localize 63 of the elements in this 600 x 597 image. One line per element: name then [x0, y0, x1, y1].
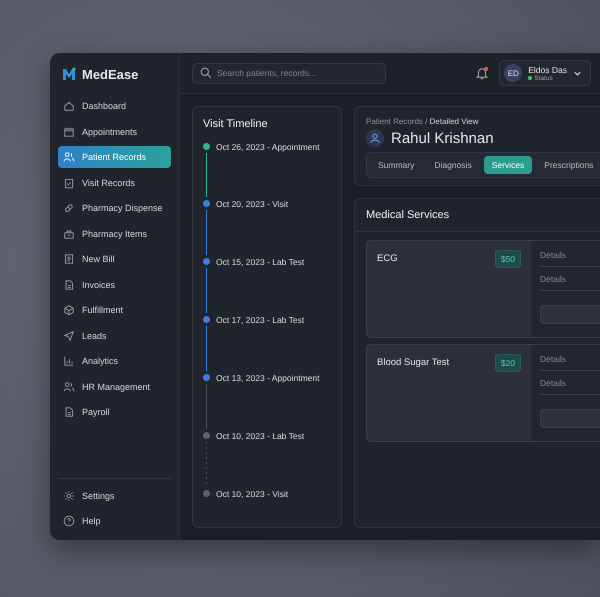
timeline-entry: Oct 10, 2023 - Visit [216, 489, 288, 501]
clipboard-icon [63, 176, 75, 188]
input-field[interactable] [540, 305, 600, 324]
sidebar-item[interactable]: Payroll [58, 401, 171, 423]
timeline-entry: Oct 26, 2023 - Appointment [216, 142, 320, 154]
sidebar-item[interactable]: Invoices [58, 274, 171, 296]
sidebar-item[interactable]: Patient Records [58, 146, 171, 168]
bag-icon [63, 228, 75, 240]
chevron-down-icon [573, 68, 582, 78]
pill-icon [63, 202, 75, 214]
service-name: Blood Sugar Test [377, 357, 450, 368]
patient-name: Rahul Krishnan [391, 130, 494, 146]
tab[interactable]: Summary [370, 156, 422, 174]
file-icon [63, 278, 75, 290]
home-icon [63, 100, 75, 112]
user-name: Eldos Das [528, 64, 567, 74]
file-icon [63, 406, 75, 418]
details-field[interactable]: Details [540, 247, 600, 267]
timeline-entry: Oct 15, 2023 - Lab Test [216, 257, 304, 269]
search-field[interactable]: Search patients, records... [192, 62, 386, 84]
details-field[interactable]: Details [540, 375, 600, 395]
tab[interactable]: Diagnosis [426, 156, 480, 174]
avatar: ED [504, 64, 522, 82]
sidebar-item[interactable]: Settings [58, 484, 171, 506]
sidebar-item[interactable]: Leads [58, 324, 171, 346]
send-icon [63, 330, 75, 342]
users-icon [63, 151, 75, 163]
details-field[interactable]: Details [540, 351, 600, 371]
search-icon [200, 67, 212, 79]
card-title: Medical Services [366, 209, 450, 221]
timeline-entry: Oct 10, 2023 - Lab Test [216, 431, 304, 443]
timeline-entry: Oct 20, 2023 - Visit [216, 199, 288, 211]
sidebar-item[interactable]: Help [58, 510, 171, 532]
sidebar-item[interactable]: Pharmacy Dispense [58, 197, 171, 219]
person-icon [369, 132, 381, 144]
settings-icon [63, 490, 75, 502]
price-tag: $20 [494, 354, 521, 372]
sidebar-item[interactable]: Pharmacy Items [58, 222, 171, 244]
bar-chart-icon [63, 355, 75, 367]
sidebar-item[interactable]: HR Management [58, 376, 171, 398]
sidebar-item[interactable]: Appointments [58, 120, 171, 142]
card-title: Visit Timeline [203, 118, 269, 130]
help-icon [63, 515, 75, 527]
users-icon [63, 380, 75, 392]
details-field[interactable]: Details [540, 271, 600, 291]
sidebar-item[interactable]: Analytics [58, 350, 171, 372]
app-name: MedEase [82, 66, 138, 82]
price-tag: $50 [494, 250, 521, 268]
box-icon [63, 304, 75, 316]
sidebar-item[interactable]: Visit Records [58, 172, 171, 194]
sidebar-item[interactable]: Fulfillment [58, 299, 171, 321]
timeline-entry: Oct 13, 2023 - Appointment [216, 373, 320, 385]
tab[interactable]: Prescriptions [536, 156, 600, 174]
sidebar-item[interactable]: Dashboard [58, 95, 171, 117]
input-field[interactable] [540, 409, 600, 428]
breadcrumb: Patient Records / Detailed View [366, 117, 480, 126]
document-icon [63, 253, 75, 265]
calendar-icon [63, 126, 75, 138]
service-name: ECG [377, 253, 398, 264]
logo-icon [62, 67, 76, 81]
sidebar-item[interactable]: New Bill [58, 248, 171, 270]
timeline-entry: Oct 17, 2023 - Lab Test [216, 315, 304, 327]
notification-bell-icon[interactable] [475, 66, 490, 80]
